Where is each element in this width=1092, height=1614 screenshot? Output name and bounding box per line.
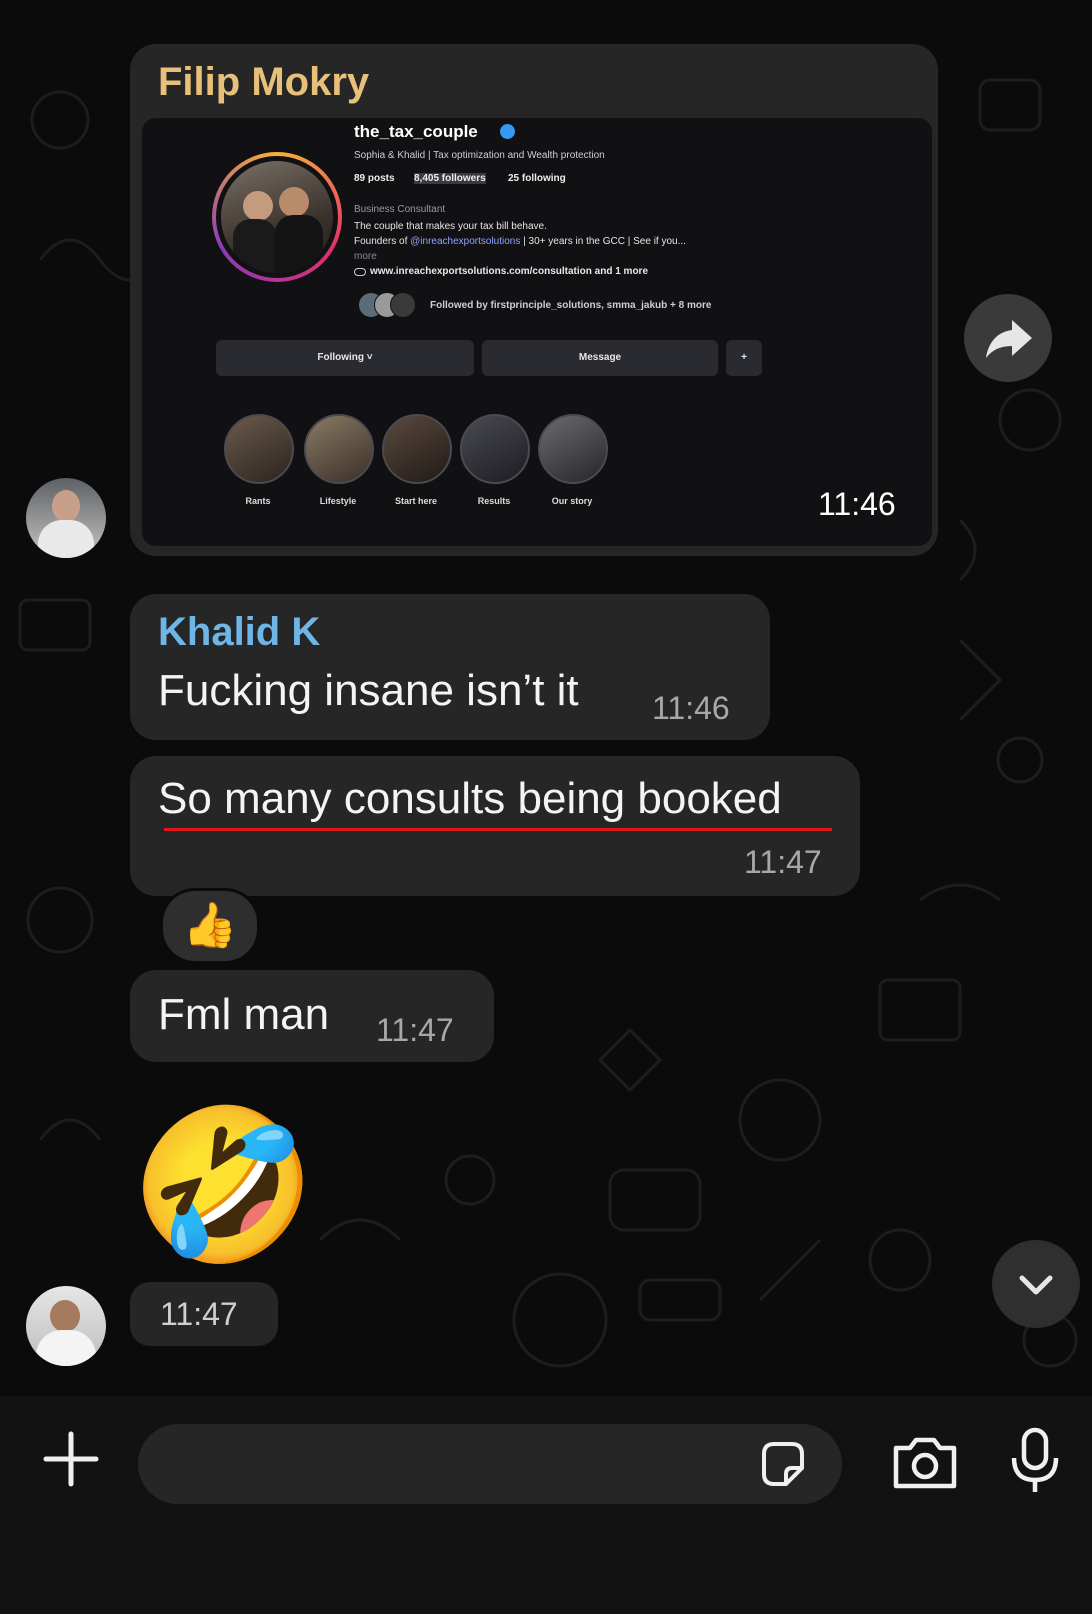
ig-following-button[interactable]: Following ˅ (216, 340, 474, 376)
sender-name: Khalid K (158, 610, 321, 654)
ig-description-2: Founders of @inreachexportsolutions | 30… (354, 236, 686, 247)
forward-button[interactable] (964, 294, 1052, 382)
message-text: Fucking insane isn’t it (158, 666, 579, 715)
message-time: 11:47 (160, 1296, 238, 1332)
sender-name: Filip Mokry (158, 60, 370, 104)
ig-description-1: The couple that makes your tax bill beha… (354, 221, 547, 232)
forward-arrow-icon (986, 320, 1032, 358)
ig-website[interactable]: www.inreachexportsolutions.com/consultat… (370, 266, 648, 277)
message-time: 11:47 (744, 844, 822, 880)
thumbs-up-icon: 👍 (182, 901, 238, 950)
emoji-message[interactable]: 🤣 (130, 1100, 317, 1270)
chevron-down-icon (1019, 1275, 1053, 1295)
ig-category: Business Consultant (354, 204, 446, 215)
ig-highlight-label: Start here (394, 496, 438, 506)
plus-icon (43, 1431, 99, 1487)
message-bubble[interactable]: Khalid K Fucking insane isn’t it 11:46 (130, 594, 770, 740)
microphone-icon (1011, 1427, 1059, 1492)
message-time: 11:46 (818, 486, 896, 522)
message-time: 11:46 (652, 690, 730, 726)
instagram-profile-screenshot[interactable]: the_tax_couple Sophia & Khalid | Tax opt… (142, 118, 932, 546)
scroll-down-button[interactable] (992, 1240, 1080, 1328)
message-text: Fml man (158, 990, 330, 1039)
ig-bio-line: Sophia & Khalid | Tax optimization and W… (354, 150, 605, 161)
attach-button[interactable] (40, 1428, 102, 1490)
mutual-followers-avatars (358, 292, 428, 318)
message-bubble[interactable]: Fml man 11:47 (130, 970, 494, 1062)
emoji-time-badge: 11:47 (130, 1282, 278, 1346)
ig-highlight-start-here[interactable] (382, 414, 452, 484)
profile-picture (212, 152, 342, 282)
ig-posts-count: 89 posts (354, 173, 395, 184)
red-underline (164, 828, 832, 831)
verified-badge-icon (500, 124, 515, 139)
ig-highlight-results[interactable] (460, 414, 530, 484)
ig-highlight-label: Lifestyle (319, 496, 357, 506)
composer-bar (0, 1396, 1092, 1614)
ig-highlight-rants[interactable] (224, 414, 294, 484)
ig-more-link[interactable]: more (354, 251, 377, 262)
ig-highlight-our-story[interactable] (538, 414, 608, 484)
sticker-button[interactable] (756, 1438, 810, 1492)
ig-highlight-label: Rants (245, 496, 271, 506)
message-bubble[interactable]: So many consults being booked 11:47 (130, 756, 860, 896)
ig-followed-by: Followed by firstprinciple_solutions, sm… (430, 300, 712, 311)
ig-highlight-lifestyle[interactable] (304, 414, 374, 484)
ig-username: the_tax_couple (354, 122, 478, 141)
camera-icon (893, 1437, 957, 1489)
avatar-filip[interactable] (26, 478, 106, 558)
avatar-khalid[interactable] (26, 1286, 106, 1366)
ig-mention-link[interactable]: @inreachexportsolutions (410, 236, 520, 247)
voice-button[interactable] (1004, 1426, 1066, 1496)
ig-followers-count[interactable]: 8,405 followers (414, 173, 486, 184)
camera-button[interactable] (890, 1432, 960, 1492)
ig-highlight-label: Our story (551, 496, 593, 506)
message-input[interactable] (138, 1424, 842, 1504)
ig-add-user-button[interactable]: + (726, 340, 762, 376)
rofl-emoji-icon: 🤣 (130, 1101, 317, 1269)
sticker-icon (762, 1442, 804, 1486)
ig-message-button[interactable]: Message (482, 340, 718, 376)
message-time: 11:47 (376, 1012, 454, 1048)
ig-following-count: 25 following (508, 173, 566, 184)
ig-highlight-label: Results (477, 496, 511, 506)
reaction-badge[interactable]: 👍 (160, 888, 260, 964)
message-text: So many consults being booked (158, 774, 782, 823)
link-icon (354, 268, 366, 276)
